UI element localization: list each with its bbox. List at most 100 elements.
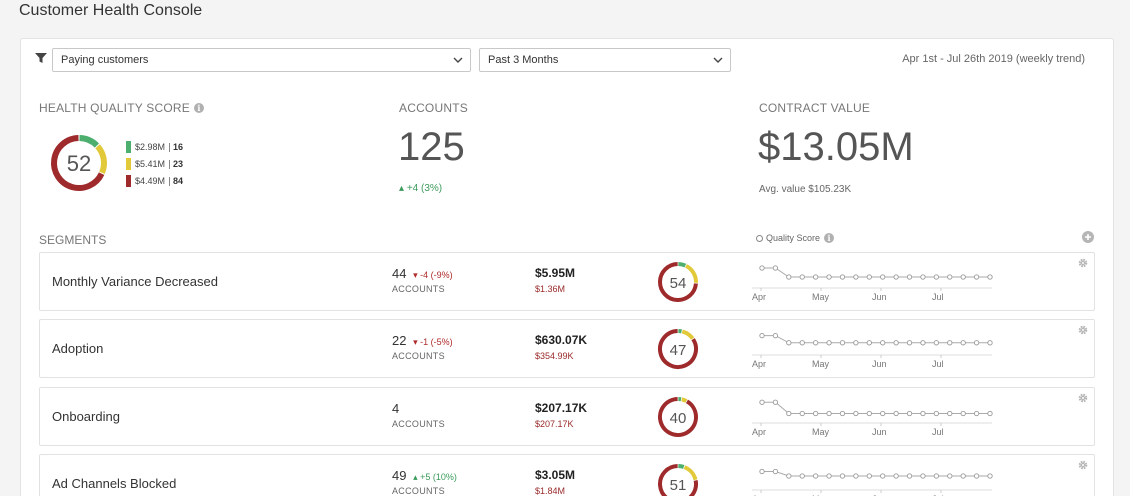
trend-point (772, 399, 779, 405)
info-icon[interactable]: i (824, 233, 835, 243)
trend-point (947, 410, 953, 417)
segment-select[interactable]: Paying customers (52, 48, 471, 72)
donut-segment (684, 264, 698, 283)
donut-segment (79, 135, 100, 148)
health-card: Paying customers Past 3 Months Apr 1st -… (20, 38, 1114, 496)
trend-point (772, 468, 779, 475)
trend-point (880, 410, 886, 417)
info-icon[interactable]: i (193, 103, 204, 113)
trend-point (893, 274, 899, 280)
quality-score-legend-text: Quality Score (766, 233, 821, 243)
trend-point (987, 410, 993, 417)
donut-segment (681, 329, 695, 340)
trend-point (759, 265, 765, 271)
segment-name[interactable]: Adoption (52, 341, 103, 356)
segment-score-donut: 47 (658, 329, 698, 369)
trend-point (933, 410, 940, 417)
segment-trend-chart: Apr May Jun Jul (752, 265, 993, 302)
segment-score: 40 (670, 410, 687, 427)
segment-delta-text: +5 (10%) (420, 472, 457, 482)
filter-icon[interactable] (35, 52, 47, 64)
trend-point (812, 410, 819, 417)
segment-value: $207.17K (535, 401, 588, 415)
segment-value: $5.95M (535, 266, 576, 280)
segments-title: SEGMENTS (39, 233, 107, 247)
trend-point (880, 473, 886, 479)
trend-point (839, 410, 846, 417)
legend-amount: $4.49M (135, 176, 166, 186)
trend-point (853, 473, 859, 479)
trend-point (759, 468, 765, 475)
donut-segment (678, 262, 687, 268)
segment-score: 51 (670, 477, 687, 494)
gear-icon[interactable] (1078, 393, 1088, 403)
segment-accounts: 4 (392, 401, 399, 416)
app-title: Customer Health Console (19, 2, 203, 19)
segment-value: $3.05M (535, 468, 576, 482)
down-arrow-icon: ▾ (413, 270, 418, 280)
segment-row[interactable]: Monthly Variance Decreased 44 ▾ -4 (-9%)… (39, 252, 1095, 311)
trend-point (759, 332, 765, 339)
segment-row[interactable]: Ad Channels Blocked 49 ▴ +5 (10%) ACCOUN… (39, 454, 1095, 496)
quality-score-marker-icon (756, 234, 763, 242)
segment-accounts-label: ACCOUNTS (392, 351, 445, 361)
trend-point (947, 340, 953, 346)
trend-point (786, 410, 792, 417)
chevron-down-icon (713, 57, 723, 63)
legend-count: 23 (173, 159, 184, 169)
trend-month-label: May (812, 427, 830, 437)
trend-point (826, 340, 832, 346)
down-arrow-icon: ▾ (413, 337, 418, 347)
trend-month-label: Apr (752, 359, 766, 369)
legend-swatch (126, 175, 131, 187)
segment-accounts-value: 44 (392, 266, 407, 281)
segment-sub-value: $354.99K (535, 351, 574, 361)
segment-sub-value: $207.17K (535, 419, 574, 429)
gear-icon[interactable] (1078, 460, 1088, 470)
health-quality-label: HEALTH QUALITY SCORE i (39, 101, 204, 115)
segment-row[interactable]: Onboarding 4 ACCOUNTS $207.17K $207.17K … (39, 387, 1095, 446)
gear-icon[interactable] (1078, 325, 1088, 335)
add-segment-icon[interactable] (1082, 231, 1094, 243)
trend-month-label: Apr (752, 427, 766, 437)
trend-point (987, 340, 993, 346)
segment-row[interactable]: Adoption 22 ▾ -1 (-5%) ACCOUNTS $630.07K… (39, 319, 1095, 378)
trend-point (933, 274, 940, 280)
trend-point (920, 340, 926, 346)
health-quality-label-text: HEALTH QUALITY SCORE (39, 101, 190, 115)
segment-score: 47 (670, 342, 687, 359)
trend-point (812, 274, 819, 280)
trend-point (947, 274, 953, 280)
trend-point (920, 410, 926, 417)
chevron-down-icon (453, 57, 463, 63)
trend-line (762, 401, 990, 414)
trend-point (853, 274, 859, 280)
trend-month-label: Jun (872, 427, 887, 437)
trend-point (853, 410, 859, 417)
segment-accounts: 22 ▾ -1 (-5%) (392, 333, 453, 348)
segment-name[interactable]: Monthly Variance Decreased (52, 274, 218, 289)
trend-point (960, 274, 966, 280)
trend-point (933, 473, 940, 479)
period-select[interactable]: Past 3 Months (479, 48, 731, 72)
trend-point (759, 399, 765, 405)
trend-point (866, 410, 872, 417)
trend-point (839, 274, 846, 280)
trend-point (880, 340, 886, 346)
legend-amount: $2.98M (135, 142, 166, 152)
trend-point (786, 274, 792, 280)
gear-icon[interactable] (1078, 258, 1088, 268)
trend-point (812, 473, 819, 479)
legend-count: 84 (173, 176, 184, 186)
segment-name[interactable]: Ad Channels Blocked (52, 476, 176, 491)
donut-segment (681, 397, 688, 403)
trend-point (799, 473, 805, 479)
trend-point (973, 340, 980, 346)
segment-sub-value: $1.84M (535, 486, 566, 496)
segment-name[interactable]: Onboarding (52, 409, 120, 424)
donut-segment (95, 144, 107, 174)
trend-point (786, 340, 792, 346)
trend-month-label: Jun (872, 292, 887, 302)
segment-select-value: Paying customers (61, 54, 149, 66)
segment-score-donut: 51 (658, 464, 698, 496)
